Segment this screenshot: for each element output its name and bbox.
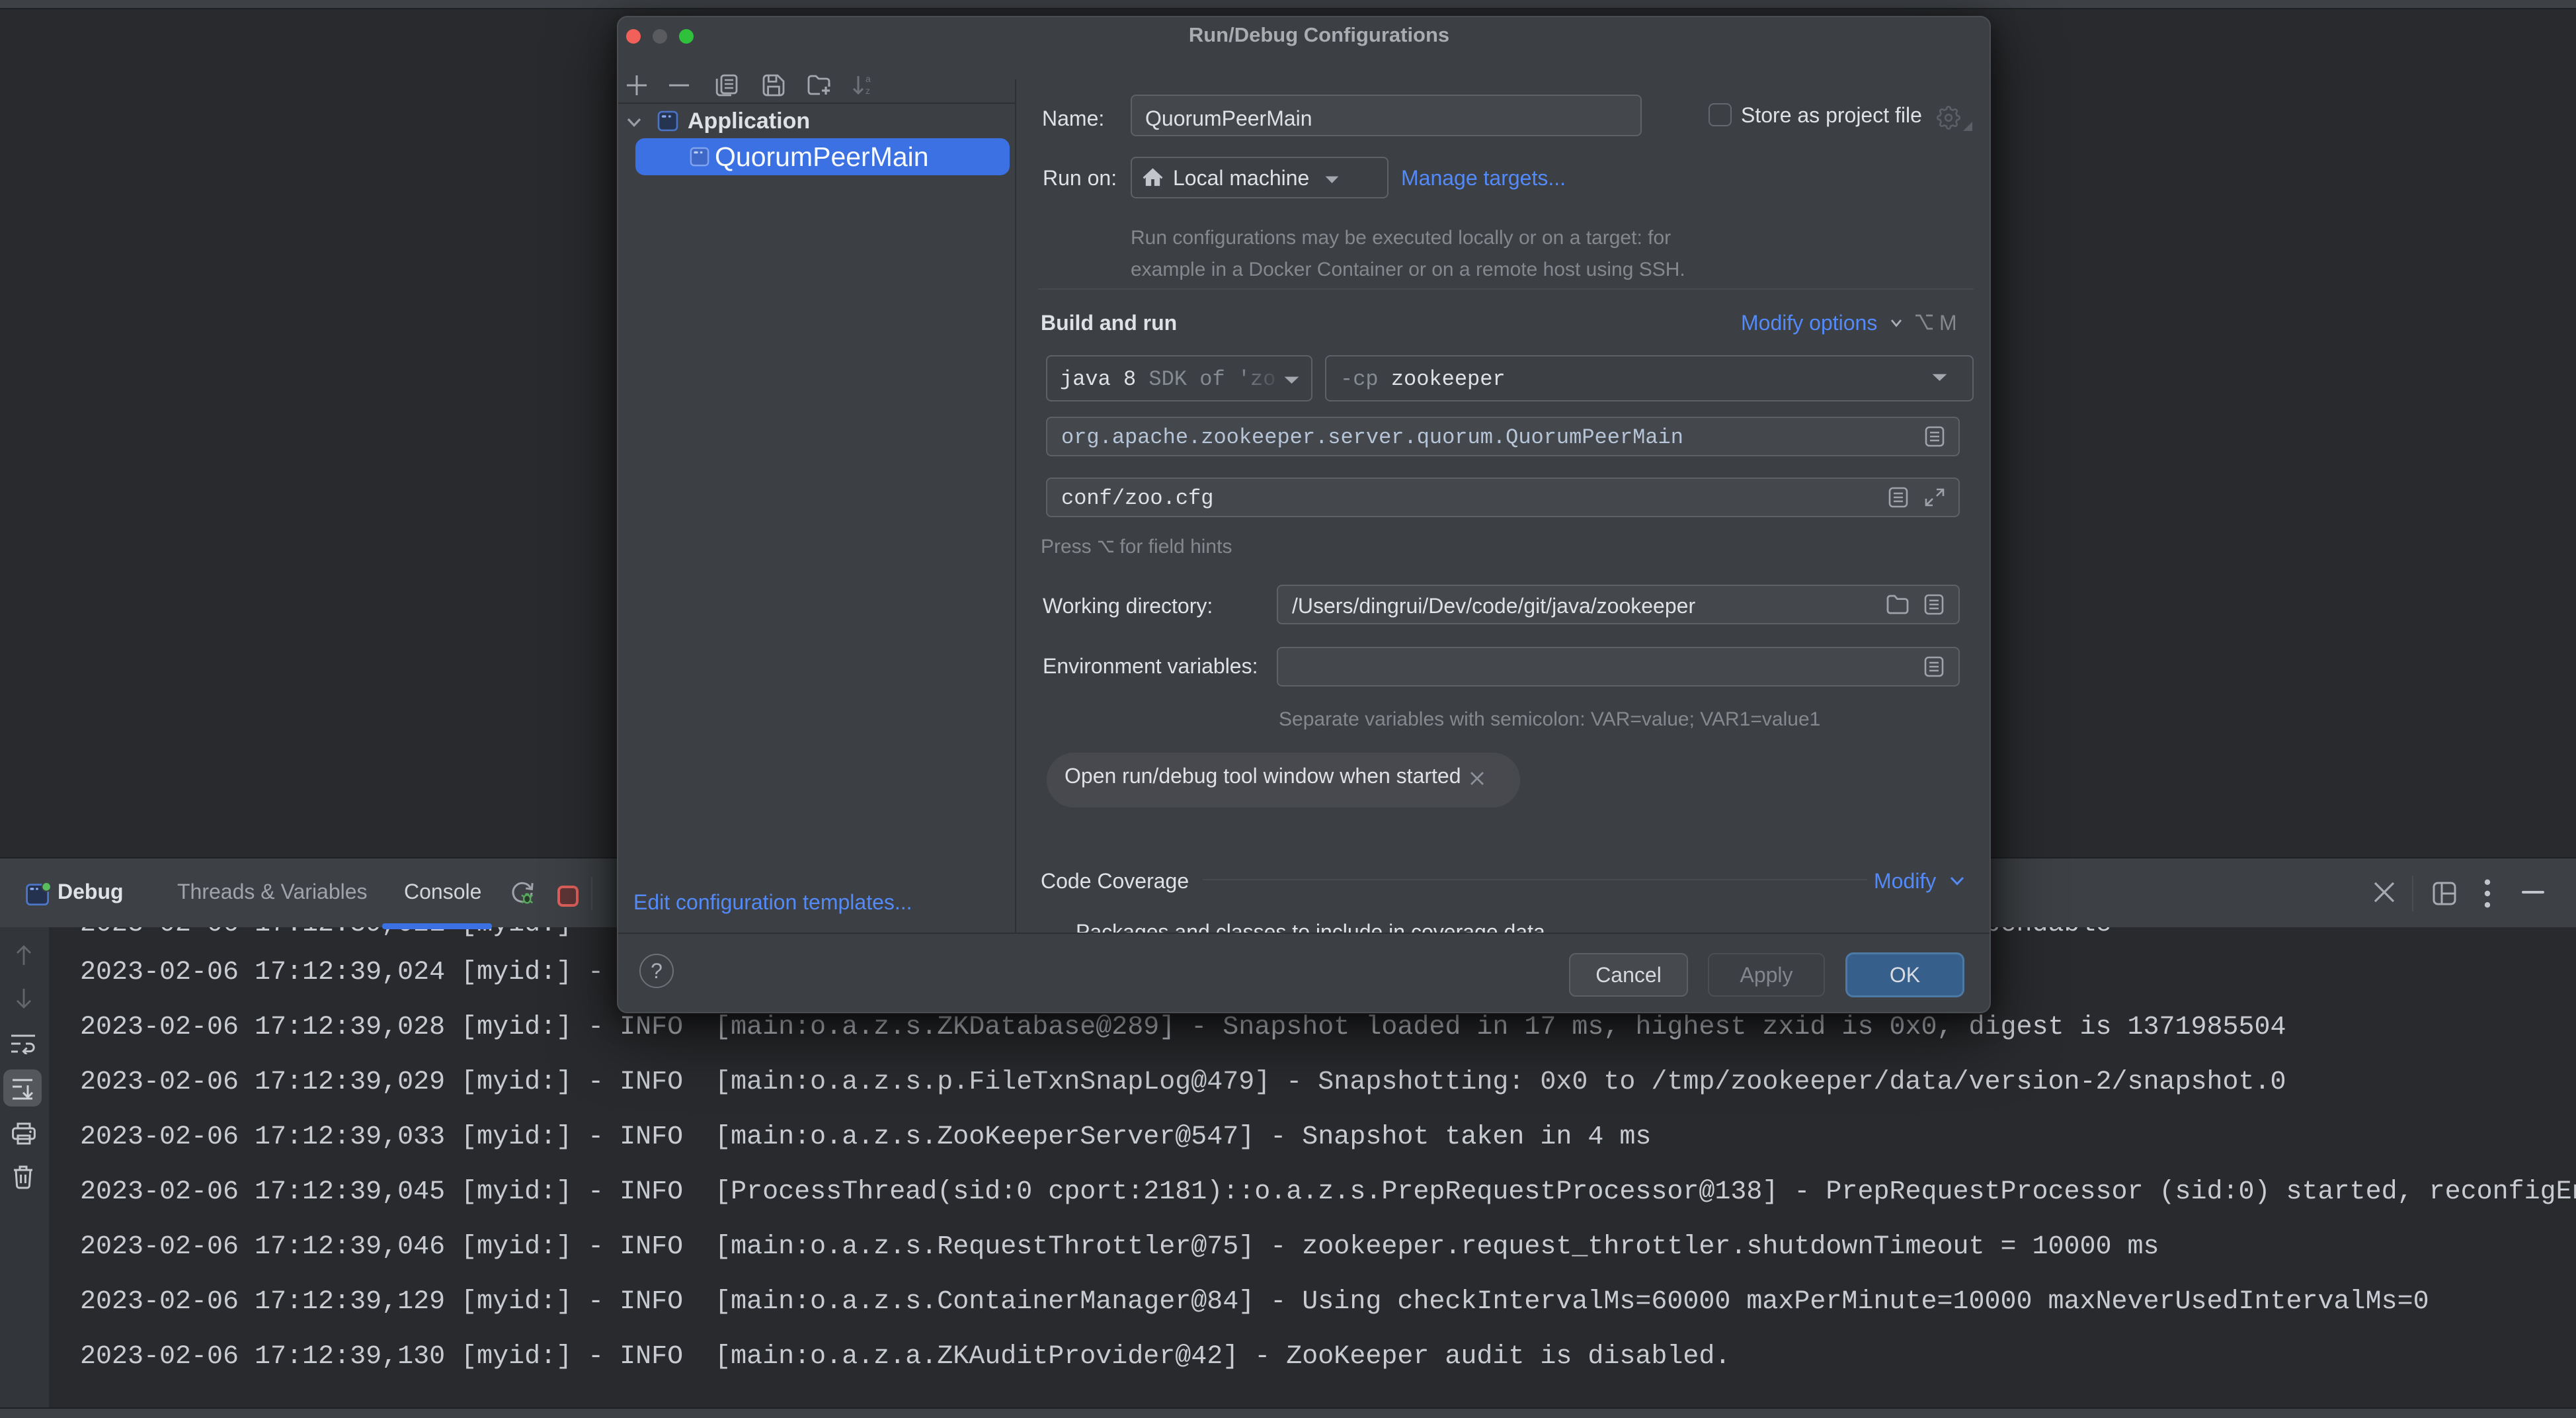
svg-text:a: a [865,73,871,84]
svg-text:z: z [865,85,870,96]
